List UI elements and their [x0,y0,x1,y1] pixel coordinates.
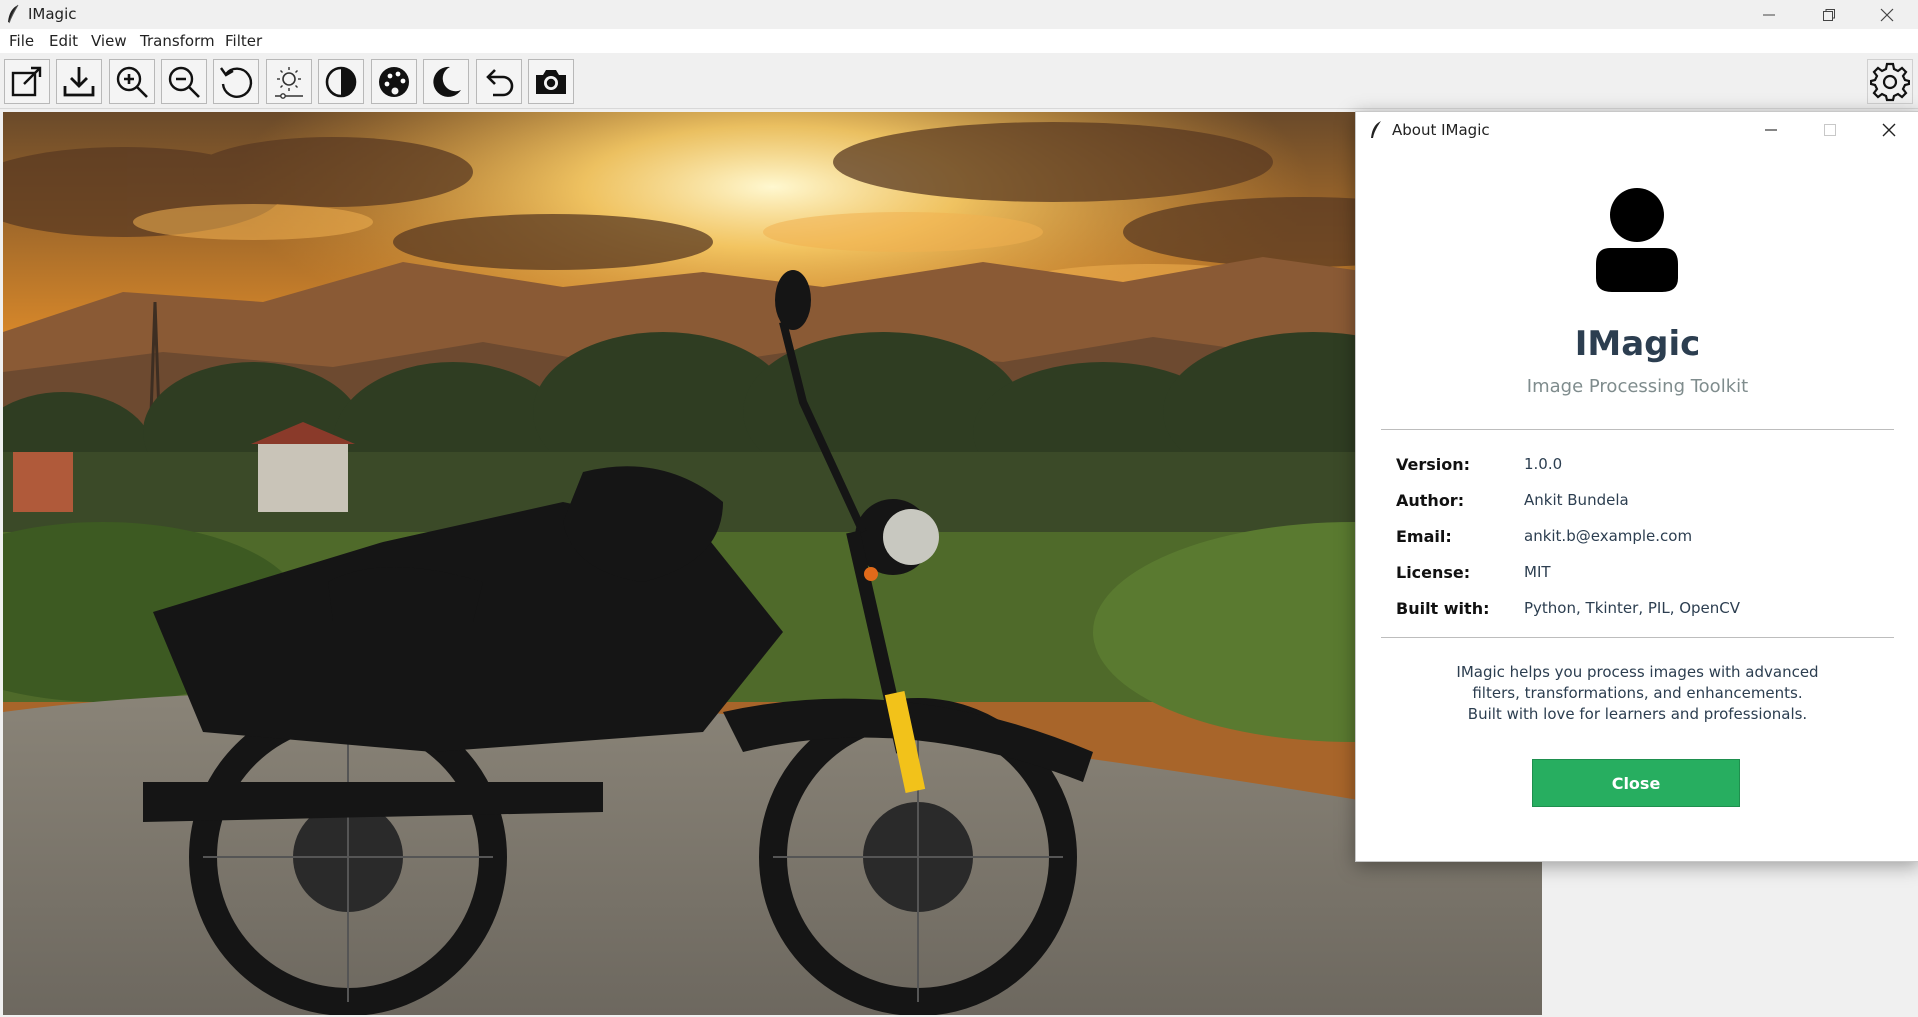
window-titlebar: IMagic [0,0,1918,29]
app-description: IMagic helps you process images with adv… [1356,662,1918,725]
zoom-in-icon [116,66,148,98]
camera-icon [536,69,566,94]
menu-edit[interactable]: Edit [49,32,78,50]
settings-button[interactable] [1867,59,1913,104]
contrast-icon [325,66,357,97]
close-icon [1882,123,1896,137]
app-name: IMagic [1574,324,1701,364]
open-button[interactable] [4,59,50,104]
motorcycle-photo [3,112,1542,1015]
about-dialog: About IMagic IMagic Image Processing Too… [1355,111,1918,862]
palette-icon [379,66,409,97]
zoom-in-button[interactable] [109,59,155,104]
gear-icon [1870,62,1910,101]
info-label: Email: [1396,527,1452,546]
download-icon [63,66,95,96]
info-value: 1.0.0 [1524,455,1563,473]
info-label: Version: [1396,455,1471,474]
brightness-button[interactable] [266,59,312,104]
dialog-maximize-button[interactable] [1802,112,1858,148]
info-value: Ankit Bundela [1524,491,1629,509]
open-icon [11,66,42,96]
undo-icon [486,68,514,96]
description-line: filters, transformations, and enhancemen… [1472,684,1803,702]
close-icon [1880,8,1894,21]
brightness-icon [275,66,303,99]
minimize-icon [1765,129,1777,131]
dialog-minimize-button[interactable] [1743,112,1799,148]
divider [1381,429,1894,430]
menubar: File Edit View Transform Filter [0,29,1918,53]
dark-mode-button[interactable] [423,59,469,104]
zoom-out-icon [168,66,200,98]
window-title: IMagic [28,5,77,23]
info-label: Built with: [1396,599,1490,618]
restore-button[interactable] [1800,0,1858,29]
zoom-out-button[interactable] [161,59,207,104]
filter-button[interactable] [371,59,417,104]
screenshot-button[interactable] [528,59,574,104]
info-row-version: Version: 1.0.0 [1396,455,1886,477]
dialog-close-button[interactable] [1861,112,1917,148]
save-button[interactable] [56,59,102,104]
info-row-built-with: Built with: Python, Tkinter, PIL, OpenCV [1396,599,1886,621]
user-avatar-icon [1596,188,1678,292]
maximize-icon [1824,124,1836,136]
dialog-title: About IMagic [1392,121,1490,139]
restore-icon [1823,8,1835,21]
close-window-button[interactable] [1858,0,1916,29]
info-value: MIT [1524,563,1551,581]
description-line: IMagic helps you process images with adv… [1456,663,1819,681]
dialog-titlebar: About IMagic [1356,112,1918,148]
feather-icon [8,4,19,24]
minimize-icon [1763,14,1775,15]
close-button[interactable]: Close [1532,759,1740,807]
moon-icon [433,66,461,97]
info-value: ankit.b@example.com [1524,527,1693,545]
rotate-icon [220,66,253,98]
app-subtitle: Image Processing Toolkit [1526,376,1749,397]
menu-filter[interactable]: Filter [225,32,262,50]
info-row-license: License: MIT [1396,563,1886,585]
toolbar [0,55,1918,109]
info-value: Python, Tkinter, PIL, OpenCV [1524,599,1741,617]
info-label: Author: [1396,491,1465,510]
menu-file[interactable]: File [9,32,34,50]
info-row-author: Author: Ankit Bundela [1396,491,1886,513]
undo-button[interactable] [476,59,522,104]
contrast-button[interactable] [318,59,364,104]
description-line: Built with love for learners and profess… [1467,705,1808,723]
divider [1381,637,1894,638]
feather-icon [1371,121,1381,138]
info-label: License: [1396,563,1471,582]
minimize-button[interactable] [1740,0,1798,29]
info-row-email: Email: ankit.b@example.com [1396,527,1886,549]
rotate-button[interactable] [213,59,259,104]
menu-transform[interactable]: Transform [140,32,215,50]
menu-view[interactable]: View [91,32,127,50]
